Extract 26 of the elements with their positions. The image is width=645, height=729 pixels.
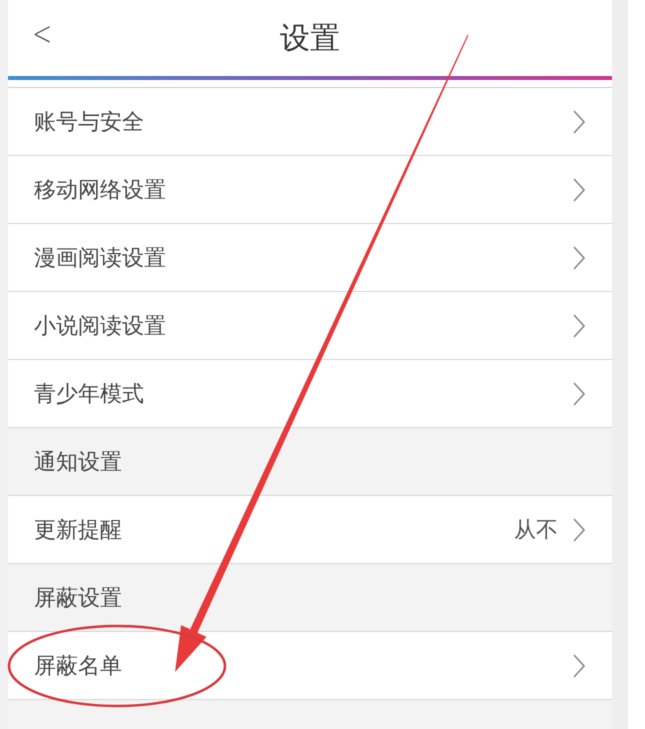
page-title: 设置 (280, 20, 340, 58)
chevron-icon (572, 380, 586, 406)
row-label: 青少年模式 (34, 380, 145, 408)
row-label: 更新提醒 (34, 516, 123, 544)
chevron-icon (572, 244, 586, 270)
settings-row[interactable]: 青少年模式 (8, 360, 612, 428)
chevron-icon (572, 176, 586, 202)
section-header: 通知设置 (34, 448, 123, 476)
row-label: 漫画阅读设置 (34, 244, 167, 272)
settings-row[interactable]: 账号与安全 (8, 88, 612, 156)
settings-row[interactable]: 屏蔽名单 (8, 632, 612, 700)
section-header: 屏蔽设置 (34, 584, 123, 612)
row-label: 账号与安全 (34, 108, 145, 136)
row-label: 屏蔽名单 (34, 652, 123, 680)
chevron-icon (572, 312, 586, 338)
row-label: 移动网络设置 (34, 176, 167, 204)
chevron-icon (572, 652, 586, 678)
row-label: 小说阅读设置 (34, 312, 167, 340)
settings-row[interactable]: 移动网络设置 (8, 156, 612, 224)
settings-row[interactable]: 更新提醒 从不 (8, 496, 612, 564)
settings-row[interactable]: 漫画阅读设置 (8, 224, 612, 292)
chevron-icon (572, 108, 586, 134)
back-button[interactable]: < (32, 14, 52, 54)
chevron-icon (572, 516, 586, 542)
row-value: 从不 (514, 516, 558, 544)
settings-row[interactable]: 小说阅读设置 (8, 292, 612, 360)
